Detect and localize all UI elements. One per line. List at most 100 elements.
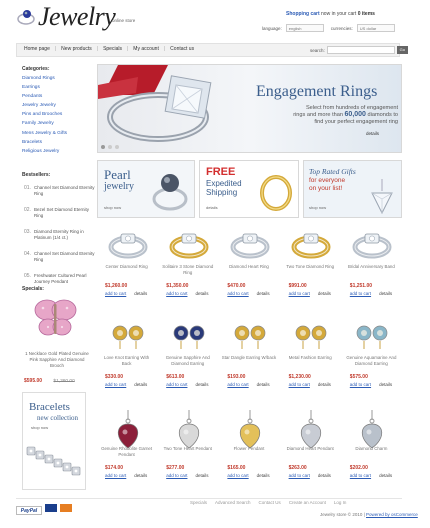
add-to-cart-button[interactable]: add to cart [289, 473, 310, 478]
details-button[interactable]: details [134, 473, 147, 478]
pager-dot[interactable] [101, 145, 105, 149]
earring-icon[interactable] [106, 317, 150, 359]
product-name[interactable]: Genuine Aquamarine And Diamond Earring [344, 355, 399, 366]
details-button[interactable]: details [257, 291, 270, 296]
add-to-cart-button[interactable]: add to cart [166, 382, 187, 387]
add-to-cart-button[interactable]: add to cart [166, 291, 187, 296]
promo-link[interactable]: shop now [104, 205, 121, 210]
promo-link[interactable]: details [206, 205, 218, 210]
category-link[interactable]: Pins and Brooches [22, 112, 62, 117]
details-button[interactable]: details [195, 382, 208, 387]
nav-specials[interactable]: Specials [103, 46, 122, 52]
butterfly-brooch-image[interactable] [30, 294, 80, 344]
earring-icon[interactable] [350, 317, 394, 359]
product-name[interactable]: Diamond Heart Pendant [283, 446, 338, 452]
banner-details-link[interactable]: details [366, 131, 379, 136]
product-name[interactable]: Center Diamond Ring [99, 264, 154, 270]
pager-dot[interactable] [115, 145, 119, 149]
earring-icon[interactable] [289, 317, 333, 359]
product-name[interactable]: Love Knot Earring With Back [99, 355, 154, 366]
add-to-cart-button[interactable]: add to cart [166, 473, 187, 478]
product-name[interactable]: Genuine Rhodolite Garnet Pendant [99, 446, 154, 457]
nav-home[interactable]: Home page [24, 46, 50, 52]
ring-icon[interactable] [167, 226, 211, 264]
details-button[interactable]: details [134, 382, 147, 387]
details-button[interactable]: details [379, 382, 392, 387]
bestseller-item[interactable]: 02. Bezel Set Diamond Eternity Ring [24, 207, 96, 225]
category-link[interactable]: Mens Jewelry & Gifts [22, 131, 67, 136]
logo[interactable]: Jewelry [38, 2, 116, 32]
product-name[interactable]: Diamond Heart Ring [221, 264, 276, 270]
search-button[interactable]: Go [396, 46, 408, 54]
details-button[interactable]: details [318, 473, 331, 478]
footer-advanced-search-link[interactable]: Advanced Search [215, 500, 251, 505]
product-name[interactable]: Metal Fashion Earring [283, 355, 338, 361]
add-to-cart-button[interactable]: add to cart [105, 382, 126, 387]
add-to-cart-button[interactable]: add to cart [350, 291, 371, 296]
nav-my-account[interactable]: My account [133, 46, 159, 52]
details-button[interactable]: details [257, 473, 270, 478]
category-link[interactable]: Family Jewelry [22, 121, 54, 126]
details-button[interactable]: details [134, 291, 147, 296]
category-link[interactable]: Diamond Rings [22, 76, 55, 81]
engagement-banner[interactable]: Engagement Rings Select from hundreds of… [97, 64, 402, 153]
category-link[interactable]: Jewelry Jewelry [22, 103, 56, 108]
details-button[interactable]: details [195, 291, 208, 296]
earring-icon[interactable] [167, 317, 211, 359]
product-name[interactable]: Diamond Charm [344, 446, 399, 452]
cart-link[interactable]: Shopping cart [286, 11, 320, 17]
details-button[interactable]: details [318, 382, 331, 387]
add-to-cart-button[interactable]: add to cart [289, 291, 310, 296]
search-input[interactable] [326, 46, 395, 54]
ring-icon[interactable] [228, 226, 272, 264]
details-button[interactable]: details [257, 382, 270, 387]
category-link[interactable]: Religious Jewelry [22, 149, 59, 154]
ring-icon[interactable] [289, 226, 333, 264]
footer-login-link[interactable]: Log In [334, 500, 347, 505]
category-link[interactable]: Bracelets [22, 140, 42, 145]
promo-link[interactable]: shop now [309, 205, 326, 210]
pearl-promo[interactable]: Pearl jewelry shop now [97, 160, 195, 218]
ring-icon[interactable] [350, 226, 394, 264]
earring-icon[interactable] [228, 317, 272, 359]
details-button[interactable]: details [379, 473, 392, 478]
bestseller-item[interactable]: 01. Channel Set Diamond Eternity Ring [24, 185, 96, 203]
product-name[interactable]: Flower Pendant [221, 446, 276, 452]
product-name[interactable]: Bridal Anniversary Band [344, 264, 399, 270]
bracelets-shop-link[interactable]: shop now [31, 425, 48, 430]
product-name[interactable]: Solitaire 3 Stone Diamond Ring [160, 264, 215, 275]
footer-specials-link[interactable]: Specials [190, 500, 207, 505]
shipping-promo[interactable]: FREE Expedited Shipping details [199, 160, 299, 218]
add-to-cart-button[interactable]: add to cart [105, 291, 126, 296]
pager-dot[interactable] [108, 145, 112, 149]
product-name[interactable]: Two Tone Heart Pendant [160, 446, 215, 452]
category-link[interactable]: Pendants [22, 94, 42, 99]
add-to-cart-button[interactable]: add to cart [289, 382, 310, 387]
product-name[interactable]: Genuine Sapphire And Diamond Earring [160, 355, 215, 366]
product-name[interactable]: Star Dangle Earring W/back [221, 355, 276, 361]
gifts-promo[interactable]: Top Rated Gifts for everyone on your lis… [303, 160, 402, 218]
add-to-cart-button[interactable]: add to cart [350, 473, 371, 478]
product-name[interactable]: Two Tone Diamond Ring [283, 264, 338, 270]
add-to-cart-button[interactable]: add to cart [227, 382, 248, 387]
special-product-name[interactable]: 1 Necklace Gold Plated Genuine Pink Sapp… [22, 351, 92, 369]
bracelets-banner[interactable]: Bracelets new collection shop now [22, 392, 86, 490]
add-to-cart-button[interactable]: add to cart [227, 473, 248, 478]
powered-by-link[interactable]: Powered by osCommerce [366, 512, 418, 517]
category-link[interactable]: Earrings [22, 85, 40, 90]
bestseller-item[interactable]: 03. Diamond Eternity Ring in Platinum (1/… [24, 229, 96, 247]
nav-contact[interactable]: Contact us [170, 46, 194, 52]
language-select[interactable]: english [285, 24, 324, 32]
add-to-cart-button[interactable]: add to cart [105, 473, 126, 478]
details-button[interactable]: details [379, 291, 392, 296]
details-button[interactable]: details [318, 291, 331, 296]
add-to-cart-button[interactable]: add to cart [350, 382, 371, 387]
currency-select[interactable]: US dollar [356, 24, 395, 32]
footer-contact-link[interactable]: Contact Us [259, 500, 281, 505]
nav-new-products[interactable]: New products [61, 46, 92, 52]
ring-icon[interactable] [106, 226, 150, 264]
details-button[interactable]: details [195, 473, 208, 478]
footer-create-account-link[interactable]: Create an Account [289, 500, 326, 505]
add-to-cart-button[interactable]: add to cart [227, 291, 248, 296]
bestseller-item[interactable]: 04. Channel Set Diamond Eternity Ring [24, 251, 96, 269]
